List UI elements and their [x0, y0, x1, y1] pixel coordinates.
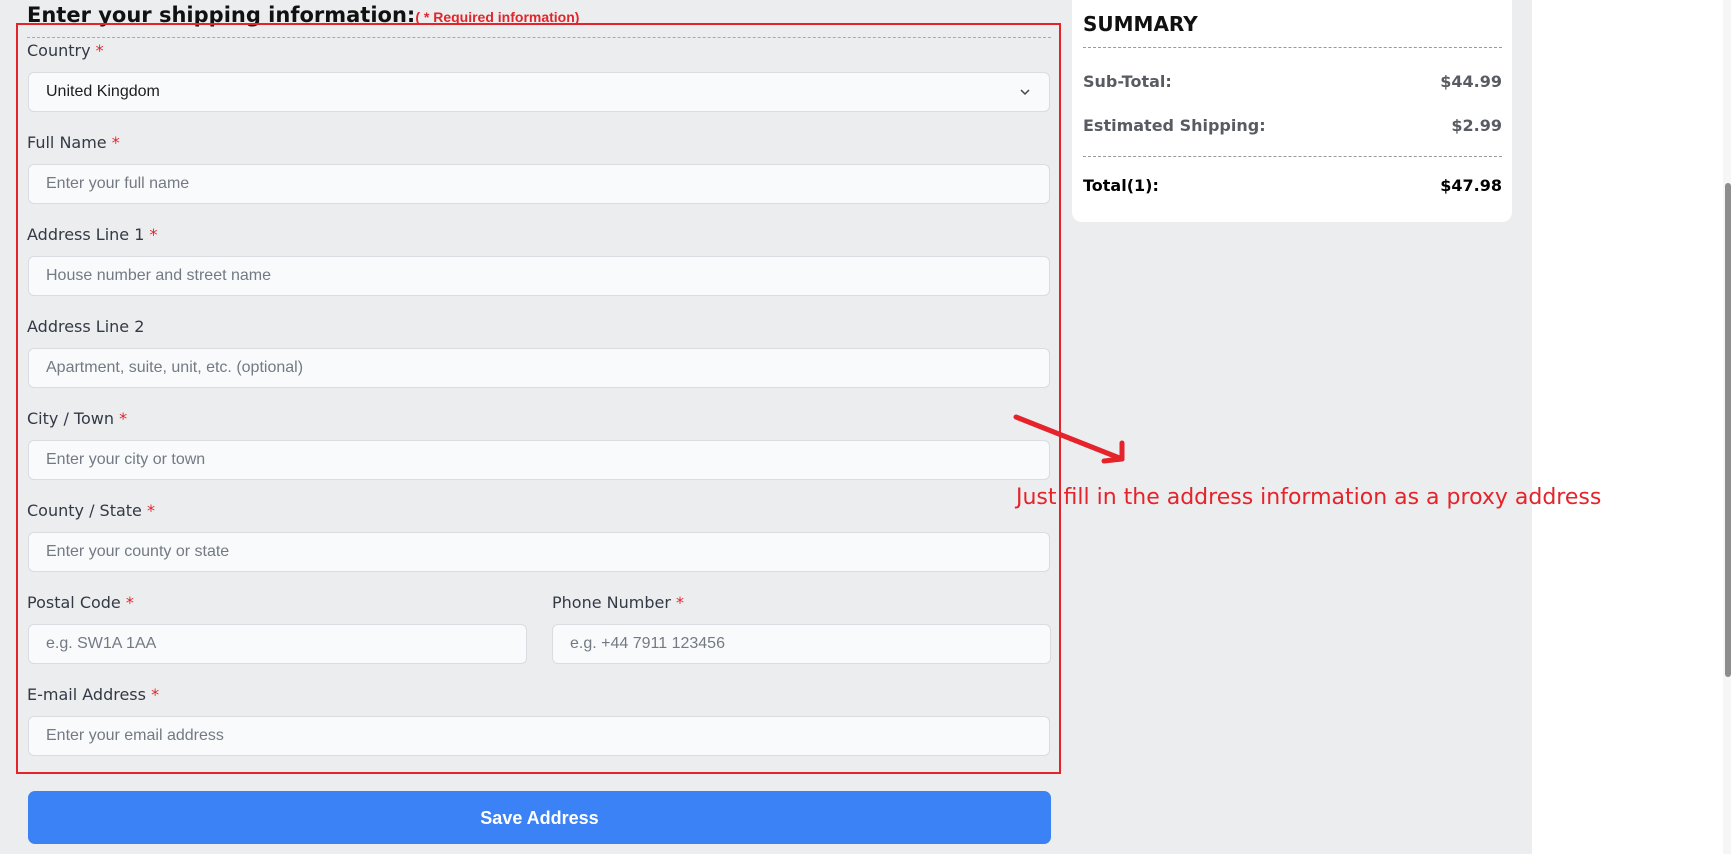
required-star: * [111, 133, 120, 152]
shipping-label: Estimated Shipping: [1083, 116, 1266, 135]
phone-number-label-text: Phone Number [552, 593, 671, 612]
required-info-note: ( * Required information) [415, 9, 580, 25]
required-star: * [149, 225, 158, 244]
full-name-label-text: Full Name [27, 133, 107, 152]
shipping-row: Estimated Shipping: $2.99 [1083, 116, 1502, 136]
email-label-text: E-mail Address [27, 685, 146, 704]
country-select-value: United Kingdom [46, 83, 160, 100]
total-row: Total(1): $47.98 [1083, 176, 1502, 196]
address-line-2-label-text: Address Line 2 [27, 317, 145, 336]
checkout-page: Enter your shipping information:( * Requ… [0, 0, 1731, 854]
annotation-text: Just fill in the address information as … [1016, 485, 1602, 510]
address-line-1-input[interactable] [28, 256, 1050, 296]
form-divider [27, 37, 1051, 38]
required-star: * [676, 593, 685, 612]
address-line-1-label: Address Line 1 * [27, 225, 158, 245]
shipping-form-heading: Enter your shipping information:( * Requ… [27, 0, 579, 32]
county-input[interactable] [28, 532, 1050, 572]
phone-number-input[interactable] [552, 624, 1051, 664]
required-star: * [147, 501, 155, 520]
postal-code-label-text: Postal Code [27, 593, 121, 612]
country-label: Country * [27, 41, 104, 61]
address-line-1-label-text: Address Line 1 [27, 225, 145, 244]
postal-code-label: Postal Code * [27, 593, 134, 613]
full-name-input[interactable] [28, 164, 1050, 204]
summary-divider [1083, 156, 1502, 157]
address-line-2-label: Address Line 2 [27, 317, 144, 337]
postal-code-input[interactable] [28, 624, 527, 664]
subtotal-value: $44.99 [1440, 72, 1502, 91]
email-label: E-mail Address * [27, 685, 159, 705]
full-name-label: Full Name * [27, 133, 120, 153]
required-star: * [95, 41, 104, 60]
city-input[interactable] [28, 440, 1050, 480]
subtotal-label: Sub-Total: [1083, 72, 1172, 91]
subtotal-row: Sub-Total: $44.99 [1083, 72, 1502, 92]
chevron-down-icon [1020, 89, 1030, 96]
county-label-text: County / State [27, 501, 142, 520]
required-star: * [151, 685, 160, 704]
email-input[interactable] [28, 716, 1050, 756]
total-label: Total(1): [1083, 176, 1159, 195]
country-label-text: Country [27, 41, 91, 60]
required-star: * [119, 409, 128, 428]
annotation-arrow-icon [1013, 414, 1125, 464]
summary-divider [1083, 47, 1502, 48]
shipping-value: $2.99 [1451, 116, 1502, 135]
city-label: City / Town * [27, 409, 127, 429]
city-label-text: City / Town [27, 409, 114, 428]
total-value: $47.98 [1440, 176, 1502, 195]
scrollbar-thumb[interactable] [1725, 183, 1731, 677]
summary-title: SUMMARY [1083, 12, 1198, 36]
phone-number-label: Phone Number * [552, 593, 684, 613]
address-line-2-input[interactable] [28, 348, 1050, 388]
county-label: County / State * [27, 501, 155, 521]
save-address-button[interactable]: Save Address [28, 791, 1051, 844]
shipping-heading-text: Enter your shipping information: [27, 3, 416, 27]
country-select[interactable]: United Kingdom [28, 72, 1050, 112]
required-star: * [125, 593, 134, 612]
